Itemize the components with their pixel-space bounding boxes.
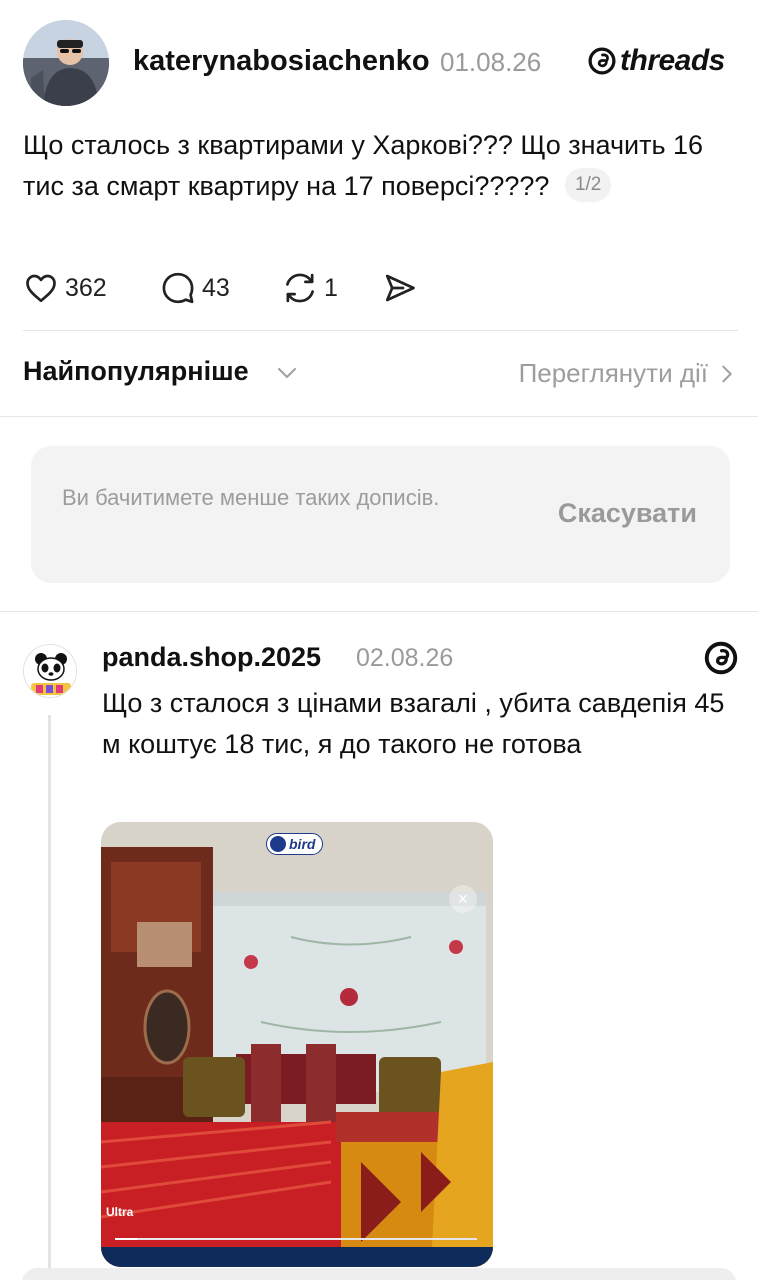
divider xyxy=(23,330,738,331)
view-activity-link[interactable]: Переглянути дії xyxy=(519,358,708,389)
notice-text: Ви бачитимете менше таких дописів. xyxy=(62,485,440,510)
author-username[interactable]: katerynabosiachenko xyxy=(133,45,430,78)
share-icon xyxy=(385,274,415,302)
divider xyxy=(0,416,758,417)
post-body: Що сталось з квартирами у Харкові??? Що … xyxy=(23,125,723,207)
threads-wordmark: threads xyxy=(620,44,725,77)
share-button[interactable] xyxy=(382,268,418,308)
repost-count: 1 xyxy=(324,273,338,302)
like-button[interactable]: 362 xyxy=(23,268,107,308)
bird-watermark: bird xyxy=(266,833,324,855)
bird-icon xyxy=(270,836,286,852)
like-count: 362 xyxy=(65,273,107,302)
panda-avatar-image xyxy=(24,645,76,697)
threads-logo-icon[interactable] xyxy=(703,640,739,676)
post-date: 01.08.26 xyxy=(440,47,542,77)
reply-date: 02.08.26 xyxy=(356,644,454,672)
reply-avatar[interactable] xyxy=(23,644,77,698)
chevron-down-icon[interactable] xyxy=(275,361,299,385)
reply-photo[interactable]: bird × Ultra xyxy=(101,822,493,1267)
heart-icon xyxy=(26,274,56,303)
repost-button[interactable]: 1 xyxy=(282,268,338,308)
comment-icon xyxy=(162,272,194,304)
threads-logo-icon xyxy=(588,47,616,75)
image-caption: Ultra xyxy=(106,1205,134,1219)
threads-logo: threads xyxy=(587,44,725,78)
author-avatar[interactable] xyxy=(23,20,109,106)
sort-dropdown[interactable]: Найпопулярніше xyxy=(23,356,249,387)
post-actions: 362 43 1 xyxy=(23,268,723,308)
bottom-sheet-handle[interactable] xyxy=(22,1268,736,1280)
close-icon[interactable]: × xyxy=(449,885,477,913)
reply-text: Що з сталося з цінами взагалі , убита са… xyxy=(102,688,725,759)
post-header: katerynabosiachenko 01.08.26 threads xyxy=(0,0,758,125)
author-photo xyxy=(23,20,109,106)
chevron-right-icon[interactable] xyxy=(716,362,738,386)
repost-icon xyxy=(286,273,314,303)
see-less-notice: Ви бачитимете менше таких дописів. Скасу… xyxy=(31,446,730,583)
bird-label: bird xyxy=(289,836,316,852)
thread-line xyxy=(48,715,51,1280)
comment-button[interactable]: 43 xyxy=(160,268,230,308)
divider xyxy=(0,611,758,612)
apartment-room-image xyxy=(101,822,493,1267)
comment-count: 43 xyxy=(202,273,230,302)
image-page-indicator: 1/2 xyxy=(564,167,612,202)
cancel-button[interactable]: Скасувати xyxy=(558,498,697,529)
reply-username[interactable]: panda.shop.2025 xyxy=(102,642,321,673)
replies-sort-bar: Найпопулярніше Переглянути дії xyxy=(23,356,738,396)
